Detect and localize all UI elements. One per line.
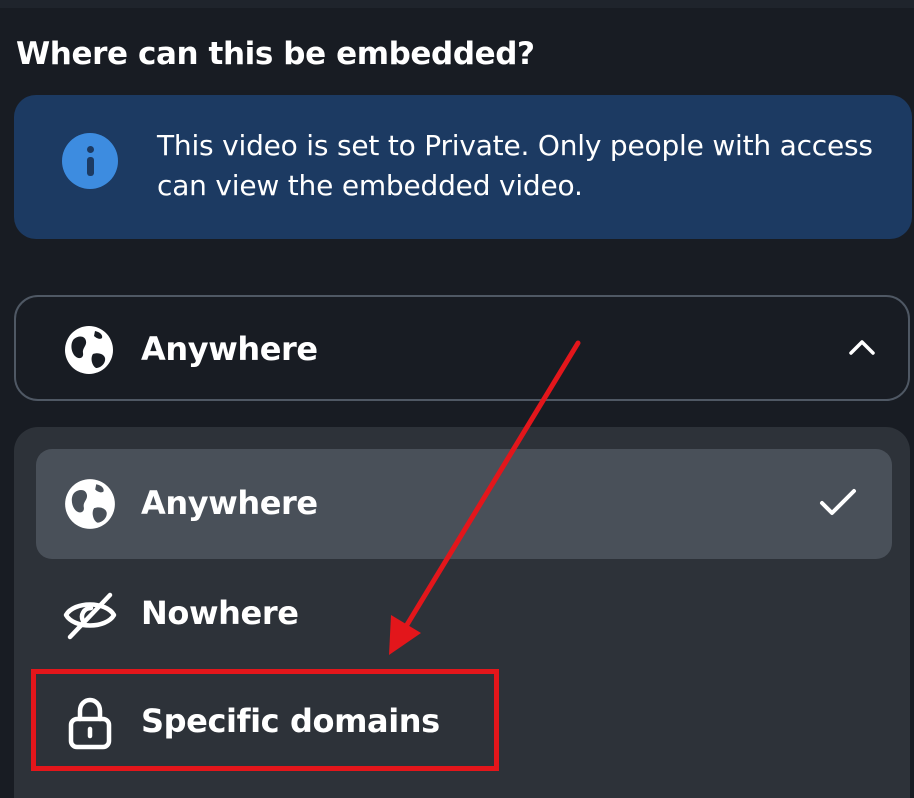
- info-banner-text: This video is set to Private. Only peopl…: [157, 129, 873, 202]
- menu-item-nowhere[interactable]: Nowhere: [36, 559, 892, 669]
- embed-location-select[interactable]: Anywhere: [14, 295, 910, 401]
- eye-slash-icon: [63, 592, 117, 640]
- chevron-up-icon[interactable]: [848, 337, 876, 357]
- menu-item-anywhere[interactable]: Anywhere: [36, 449, 892, 559]
- info-icon: [62, 133, 118, 189]
- globe-icon: [65, 326, 113, 374]
- annotation-highlight-box: [31, 669, 499, 771]
- embed-settings-panel: Where can this be embedded? This video i…: [0, 0, 914, 798]
- menu-item-label: Nowhere: [141, 594, 299, 632]
- menu-item-label: Anywhere: [141, 484, 318, 522]
- globe-icon: [65, 479, 115, 529]
- private-info-banner: This video is set to Private. Only peopl…: [14, 95, 912, 239]
- top-strip: [0, 0, 914, 8]
- checkmark-icon: [820, 489, 856, 515]
- section-heading: Where can this be embedded?: [16, 36, 535, 72]
- selected-option-label: Anywhere: [141, 330, 318, 368]
